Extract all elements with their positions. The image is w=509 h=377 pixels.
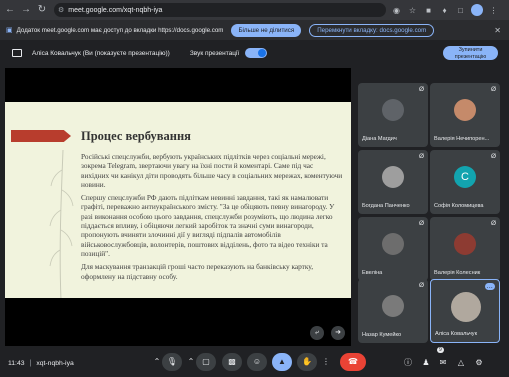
emoji-icon[interactable]: ☺: [247, 353, 267, 371]
participant-name: Евеліна: [362, 270, 383, 276]
tab-search-icon[interactable]: □: [455, 5, 466, 16]
participant-tile[interactable]: Ø Евеліна: [358, 217, 428, 281]
mic-off-icon: Ø: [418, 86, 424, 93]
more-options-icon[interactable]: ⋮: [320, 353, 332, 371]
activities-icon[interactable]: △: [455, 357, 467, 369]
menu-kebab-icon[interactable]: ⋮: [488, 5, 499, 16]
bookmark-star-icon[interactable]: ☆: [407, 5, 418, 16]
site-info-icon[interactable]: ⚙: [58, 6, 64, 14]
forward-icon[interactable]: →: [20, 4, 32, 16]
slide-title: Процес вербування: [81, 129, 191, 143]
avatar: С: [454, 166, 476, 188]
stop-sharing-button[interactable]: Більше не ділитися: [231, 23, 302, 37]
avatar: [454, 233, 476, 255]
mic-off-icon: Ø: [418, 220, 424, 227]
participant-name: Богдана Панченко: [362, 203, 410, 209]
share-icon[interactable]: ➜: [331, 326, 345, 340]
avatar: [382, 295, 404, 317]
slide-body: Російські спецслужби, вербують українськ…: [81, 152, 343, 285]
leave-call-button[interactable]: ☎: [340, 353, 366, 371]
presenter-name: Аліса Ковальчук (Ви (показуєте презентац…: [32, 49, 170, 57]
presentation-header: Аліса Ковальчук (Ви (показуєте презентац…: [0, 42, 509, 64]
participant-name: Аліса Ковальчук: [435, 331, 478, 337]
participant-tile[interactable]: Ø Валерія Колесник: [430, 217, 500, 281]
microphone-icon[interactable]: 🎙: [162, 353, 182, 371]
self-video-tile[interactable]: … Аліса Ковальчук: [430, 279, 500, 343]
fern-decoration: [49, 150, 74, 298]
close-icon[interactable]: ✕: [494, 26, 501, 35]
profile-avatar[interactable]: [471, 4, 483, 16]
people-icon[interactable]: ♟: [420, 357, 432, 369]
avatar: [382, 99, 404, 121]
participant-name: Софія Коломицева: [434, 203, 484, 209]
sharing-icon: ▣: [6, 27, 13, 34]
address-bar[interactable]: ⚙ meet.google.com/xqt-nqbh-iya: [54, 3, 386, 17]
extension-puzzle-icon[interactable]: ♦: [439, 5, 450, 16]
present-now-icon[interactable]: ▲: [272, 353, 292, 371]
sharing-text: Додаток meet.google.com має доступ до вк…: [16, 26, 224, 34]
url-text: meet.google.com/xqt-nqbh-iya: [68, 6, 163, 14]
separator: |: [29, 359, 32, 367]
tab-sharing-banner: ▣ Додаток meet.google.com має доступ до …: [0, 20, 509, 40]
avatar: [382, 233, 404, 255]
present-screen-icon: [12, 49, 22, 57]
participant-name: Валерія Нечипорен...: [434, 136, 490, 142]
chat-icon[interactable]: ✉: [437, 357, 449, 369]
participant-tile[interactable]: Ø Діана Магдич: [358, 83, 428, 147]
more-options-icon[interactable]: …: [484, 283, 495, 290]
participant-tile[interactable]: Ø Валерія Нечипорен...: [430, 83, 500, 147]
presentation-stage: Процес вербування Російські спецслужби, …: [5, 68, 351, 346]
mic-off-icon: Ø: [418, 153, 424, 160]
participant-name: Валерія Колесник: [434, 270, 481, 276]
participant-tile[interactable]: Ø Назар Кумейко: [358, 279, 428, 343]
back-icon[interactable]: ←: [4, 4, 16, 16]
captions-icon[interactable]: ▩: [222, 353, 242, 371]
slide-paragraph: Спершу спецслужби РФ дають підліткам нев…: [81, 193, 335, 258]
slide-accent-arrow: [11, 130, 71, 142]
slide-paragraph: Російські спецслужби, вербують українськ…: [81, 152, 343, 189]
pin-icon[interactable]: ⤶: [310, 326, 324, 340]
camera-icon[interactable]: ▢: [196, 353, 216, 371]
participant-tile[interactable]: Ø Богдана Панченко: [358, 150, 428, 214]
participant-count-badge: 9: [437, 347, 444, 353]
raise-hand-icon[interactable]: ✋: [297, 353, 317, 371]
meeting-details-icon[interactable]: ⓘ: [402, 357, 414, 369]
meeting-time: 11:43: [8, 359, 25, 367]
avatar: [451, 292, 481, 322]
mic-off-icon: Ø: [490, 220, 496, 227]
presentation-sound-label: Звук презентації: [189, 49, 240, 57]
participant-tile[interactable]: Ø С Софія Коломицева: [430, 150, 500, 214]
avatar: [382, 166, 404, 188]
mic-off-icon: Ø: [490, 86, 496, 93]
mic-off-icon: Ø: [418, 282, 424, 289]
slide-paragraph: Для маскування транзакцій гроші часто пе…: [81, 262, 314, 281]
camera-icon[interactable]: ◉: [391, 5, 402, 16]
extension-icon[interactable]: ■: [423, 5, 434, 16]
reload-icon[interactable]: ↻: [36, 4, 48, 16]
mic-off-icon: Ø: [490, 153, 496, 160]
host-controls-icon[interactable]: ⚙: [473, 357, 485, 369]
participant-name: Діана Магдич: [362, 136, 397, 142]
browser-toolbar: ← → ↻ ⚙ meet.google.com/xqt-nqbh-iya ◉ ☆…: [0, 0, 509, 20]
presentation-sound-toggle[interactable]: [245, 48, 268, 58]
participant-name: Назар Кумейко: [362, 332, 402, 338]
stop-presenting-button[interactable]: Зупинити презентацію: [443, 46, 498, 60]
shared-slide: Процес вербування Російські спецслужби, …: [5, 102, 351, 298]
switch-tab-button[interactable]: Перемкнути вкладку: docs.google.com: [309, 23, 435, 37]
meeting-code: xqt-nqbh-iya: [36, 359, 74, 367]
avatar: [454, 99, 476, 121]
